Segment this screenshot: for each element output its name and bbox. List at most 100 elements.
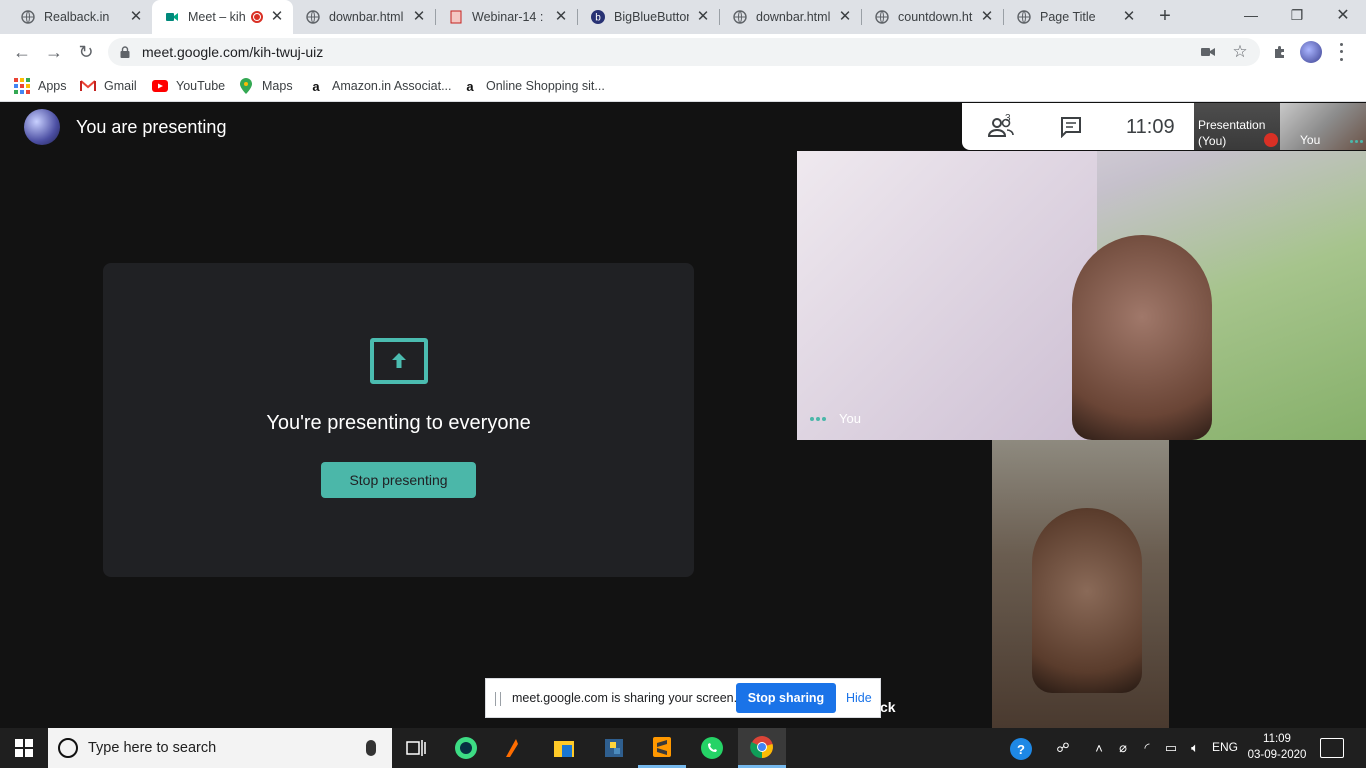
clock-date: 03-09-2020 [1247,749,1307,761]
tile-name-label: ck [880,699,896,715]
bigbluebutton-icon: b [590,9,606,25]
tab-close-icon[interactable]: ✕ [553,9,569,25]
android-studio-icon[interactable] [442,728,490,768]
bookmark-youtube[interactable]: YouTube [152,76,225,96]
drag-handle-icon[interactable] [495,692,501,706]
tab-close-icon[interactable]: ✕ [411,9,427,25]
battery-icon[interactable]: ▭ [1162,739,1180,757]
tab-page-title[interactable]: Page Title ✕ [1004,0,1145,34]
python-icon[interactable] [590,728,638,768]
bookmark-label: Apps [38,79,67,93]
present-screen-icon [370,338,428,384]
browser-tab-strip: Realback.in ✕ Meet – kih ✕ downbar.html … [0,0,1366,34]
globe-icon [874,9,890,25]
new-tab-button[interactable]: + [1154,6,1176,28]
tab-countdown[interactable]: countdown.htr ✕ [862,0,1003,34]
notifications-icon[interactable] [1320,738,1344,758]
presenting-heading: You're presenting to everyone [266,412,531,434]
recording-icon [251,11,263,23]
browser-menu-icon[interactable] [1334,41,1348,63]
tab-downbar-2[interactable]: downbar.html ✕ [720,0,861,34]
cortana-icon [58,738,78,758]
microphone-icon[interactable] [366,740,376,756]
tab-close-icon[interactable]: ✕ [1121,9,1137,25]
video-background [797,151,1097,440]
system-clock[interactable]: 11:09 03-09-2020 [1246,731,1308,763]
amazon-icon: a [466,78,474,94]
globe-icon [1016,9,1032,25]
close-window-icon[interactable]: ✕ [1320,0,1366,30]
start-button[interactable] [0,728,48,768]
back-icon[interactable]: ← [8,38,36,66]
profile-avatar[interactable] [1300,41,1322,63]
tab-meet[interactable]: Meet – kih ✕ [152,0,293,34]
taskbar-search-input[interactable]: Type here to search [48,728,392,768]
tab-webinar[interactable]: Webinar-14 : F ✕ [436,0,577,34]
hide-link[interactable]: Hide [846,691,872,705]
clock-time: 11:09 [1263,733,1291,745]
chrome-icon[interactable] [738,728,786,768]
chevron-up-icon[interactable]: ˄ [1090,739,1108,757]
self-video-tile[interactable]: You [797,151,1366,440]
tab-title: downbar.html [329,10,404,24]
camera-icon[interactable] [1198,42,1218,62]
extensions-icon[interactable] [1270,42,1290,62]
participant-video [1072,235,1212,440]
help-icon[interactable]: ? [1010,738,1032,760]
tab-realback[interactable]: Realback.in ✕ [0,0,152,34]
tab-downbar[interactable]: downbar.html ✕ [293,0,435,34]
lock-icon [120,46,130,58]
file-explorer-icon[interactable] [540,728,588,768]
tab-close-icon[interactable]: ✕ [269,9,285,25]
participant-video-tile[interactable] [992,440,1169,728]
svg-text:b: b [595,13,601,24]
windows-logo-icon [15,739,33,757]
tab-title: BigBlueButton [614,10,689,24]
volume-icon[interactable]: 🔈︎ [1186,739,1204,757]
bookmark-maps[interactable]: Maps [238,76,293,96]
app-launcher-icon[interactable] [488,728,536,768]
chat-icon[interactable] [1060,116,1082,138]
bookmark-star-icon[interactable]: ☆ [1230,42,1250,62]
tab-close-icon[interactable]: ✕ [979,9,995,25]
participant-video [1032,508,1142,693]
people-icon[interactable]: ☍ [1054,739,1072,757]
forward-icon[interactable]: → [40,38,68,66]
stop-presenting-button[interactable]: Stop presenting [321,462,476,498]
bookmark-amazon-associates[interactable]: a Amazon.in Associat... [308,76,452,96]
bookmark-label: YouTube [176,79,226,93]
sublime-text-icon[interactable] [638,728,686,768]
meet-stage: You are presenting You're presenting to … [0,103,1366,728]
thumbnail-label: You [1300,133,1321,147]
whatsapp-icon[interactable] [688,728,736,768]
apps-grid-icon [14,78,30,94]
tab-close-icon[interactable]: ✕ [128,9,144,25]
bookmark-apps[interactable]: Apps [14,76,67,96]
tab-title: countdown.htr [898,10,973,24]
wifi-icon[interactable]: ◜ [1138,739,1156,757]
task-view-icon[interactable] [392,728,440,768]
reload-icon[interactable]: ↻ [72,38,100,66]
address-bar[interactable]: meet.google.com/kih-twuj-uiz ☆ [108,38,1260,66]
tab-title: Page Title [1040,10,1096,24]
audio-level-icon [1350,140,1363,143]
language-indicator[interactable]: ENG [1212,740,1238,754]
network-off-icon[interactable]: ⌀ [1114,739,1132,757]
minimize-icon[interactable]: — [1228,0,1274,30]
taskbar: Type here to search ? ☍ ˄ ⌀ ◜ ▭ 🔈︎ ENG 1… [0,728,1366,768]
restore-icon[interactable]: ❐ [1274,0,1320,30]
bookmark-label: Amazon.in Associat... [332,79,452,93]
stop-sharing-button[interactable]: Stop sharing [736,683,836,713]
tab-close-icon[interactable]: ✕ [695,9,711,25]
page-icon [448,9,464,25]
youtube-icon [152,78,168,94]
people-icon[interactable] [986,115,1016,139]
tab-bigbluebutton[interactable]: b BigBlueButton ✕ [578,0,719,34]
amazon-icon: a [312,78,320,94]
bookmark-gmail[interactable]: Gmail [80,76,137,96]
bookmark-online-shopping[interactable]: a Online Shopping sit... [462,76,604,96]
meeting-clock: 11:09 [1126,116,1175,138]
share-message: meet.google.com is sharing your screen. [512,691,738,705]
tab-close-icon[interactable]: ✕ [837,9,853,25]
search-placeholder: Type here to search [88,740,217,756]
